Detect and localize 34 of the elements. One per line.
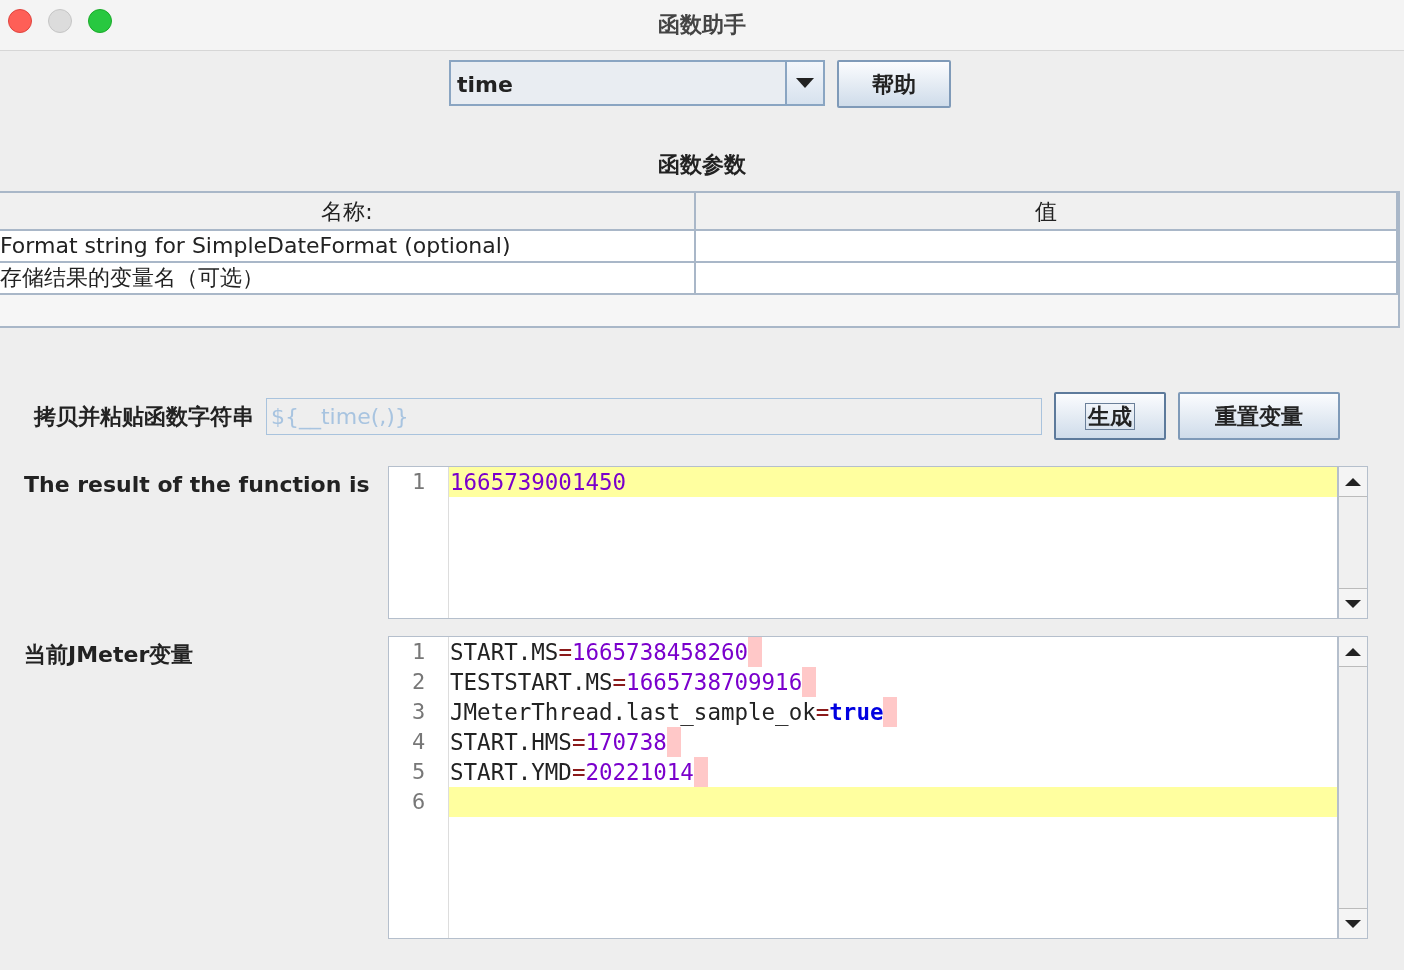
code-line: START.HMS=170738 <box>449 727 1337 757</box>
variables-text-area[interactable]: 1 2 3 4 5 6 START.MS=1665738458260 TESTSTART.MS=1665738709916 JMeterThread.last_sample_ok=true START.HMS=170738 START.YMD=20221014 <box>388 636 1368 939</box>
window-title: 函数助手 <box>658 11 746 39</box>
line-number: 1 <box>410 468 427 496</box>
scrollbar[interactable] <box>1337 637 1367 938</box>
scroll-up-icon[interactable] <box>1345 647 1361 656</box>
line-number: 3 <box>410 698 427 726</box>
line-number: 6 <box>410 788 427 816</box>
column-header: 名称: <box>0 193 696 229</box>
code-line: TESTSTART.MS=1665738709916 <box>449 667 1337 697</box>
generate-button[interactable]: 生成 <box>1054 392 1166 440</box>
line-number: 2 <box>410 668 427 696</box>
line-number: 5 <box>410 758 427 786</box>
code-line: JMeterThread.last_sample_ok=true <box>449 697 1337 727</box>
close-icon[interactable] <box>8 9 32 33</box>
scroll-down-icon[interactable] <box>1345 599 1361 608</box>
code-line: START.YMD=20221014 <box>449 757 1337 787</box>
dropdown-caret-icon <box>796 78 814 88</box>
line-number: 4 <box>410 728 427 756</box>
function-dropdown[interactable]: time <box>449 60 825 106</box>
scroll-down-icon[interactable] <box>1345 919 1361 928</box>
field-label: 拷贝并粘贴函数字符串 <box>34 402 254 431</box>
zoom-icon[interactable] <box>88 9 112 33</box>
help-button[interactable]: 帮助 <box>837 60 951 108</box>
field-label: 当前JMeter变量 <box>24 642 194 667</box>
column-header: 值 <box>696 193 1398 229</box>
reset-variables-button[interactable]: 重置变量 <box>1178 392 1340 440</box>
field-label: The result of the function is <box>24 472 370 497</box>
line-number: 1 <box>410 638 427 666</box>
section-title: 函数参数 <box>657 151 747 179</box>
result-text-area[interactable]: 1 1665739001450 <box>388 466 1368 619</box>
scroll-up-icon[interactable] <box>1345 477 1361 486</box>
scrollbar[interactable] <box>1337 467 1367 618</box>
code-line: START.MS=1665738458260 <box>449 637 1337 667</box>
